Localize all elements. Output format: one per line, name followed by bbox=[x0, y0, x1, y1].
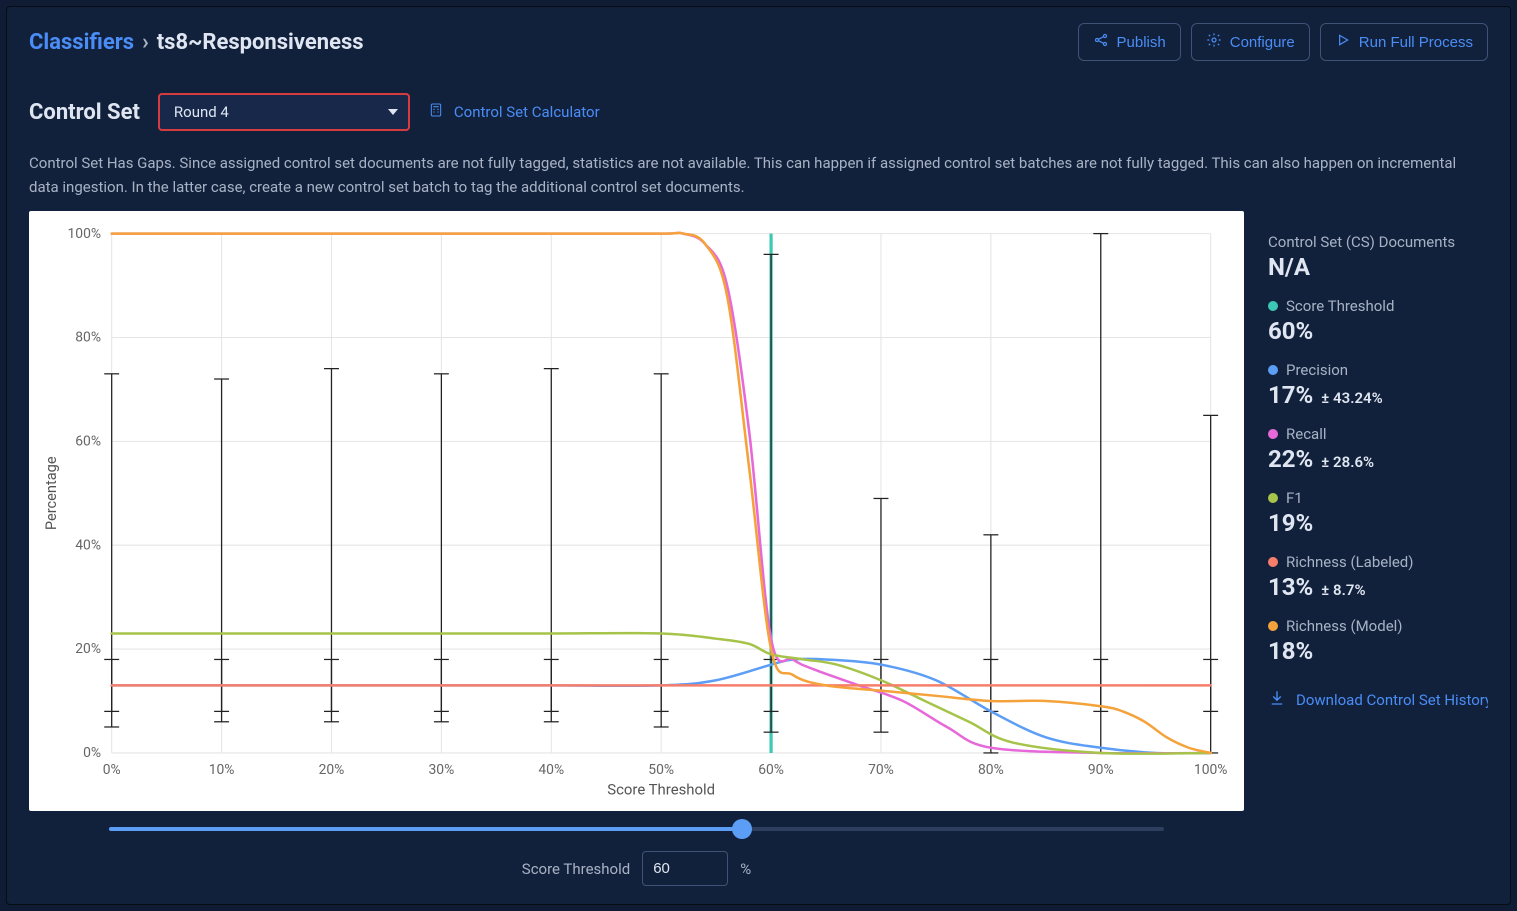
chevron-down-icon bbox=[388, 109, 398, 115]
precision-value: 17%± 43.24% bbox=[1268, 381, 1488, 409]
precision-label: Precision bbox=[1268, 361, 1488, 379]
svg-text:0%: 0% bbox=[83, 745, 101, 761]
configure-label: Configure bbox=[1230, 34, 1295, 51]
run-full-process-button[interactable]: Run Full Process bbox=[1320, 23, 1488, 61]
metrics-side-panel: Control Set (CS) Documents N/A Score Thr… bbox=[1268, 211, 1488, 886]
share-icon bbox=[1093, 32, 1109, 52]
chart-area: 0% 10% 20% 30% 40% 50% 60% 70% 80% 90% 100% 0% 20% 40… bbox=[29, 211, 1244, 811]
svg-text:40%: 40% bbox=[75, 538, 101, 554]
round-select[interactable]: Round 4 bbox=[158, 93, 410, 131]
svg-text:20%: 20% bbox=[319, 762, 345, 778]
breadcrumb: Classifiers › ts8~Responsiveness bbox=[29, 30, 364, 55]
svg-text:Score Threshold: Score Threshold bbox=[607, 781, 715, 799]
chevron-right-icon: › bbox=[142, 30, 149, 55]
breadcrumb-root[interactable]: Classifiers bbox=[29, 30, 134, 55]
f1-label: F1 bbox=[1268, 489, 1488, 507]
dot-icon bbox=[1268, 493, 1278, 503]
control-set-heading: Control Set bbox=[29, 100, 140, 125]
run-label: Run Full Process bbox=[1359, 34, 1473, 51]
publish-label: Publish bbox=[1117, 34, 1166, 51]
richness-model-value: 18% bbox=[1268, 637, 1488, 665]
gear-icon bbox=[1206, 32, 1222, 52]
publish-button[interactable]: Publish bbox=[1078, 23, 1181, 61]
dot-icon bbox=[1268, 301, 1278, 311]
dot-icon bbox=[1268, 365, 1278, 375]
metrics-chart: 0% 10% 20% 30% 40% 50% 60% 70% 80% 90% 100% 0% 20% 40… bbox=[37, 219, 1232, 803]
download-icon bbox=[1268, 689, 1286, 711]
f1-value: 19% bbox=[1268, 509, 1488, 537]
svg-text:Percentage: Percentage bbox=[42, 456, 60, 530]
round-select-value: Round 4 bbox=[174, 103, 229, 121]
svg-text:60%: 60% bbox=[75, 434, 101, 450]
svg-text:100%: 100% bbox=[68, 226, 102, 242]
threshold-slider[interactable] bbox=[109, 819, 1164, 839]
richness-labeled-value: 13%± 8.7% bbox=[1268, 573, 1488, 601]
svg-text:20%: 20% bbox=[75, 641, 101, 657]
svg-text:80%: 80% bbox=[75, 330, 101, 346]
svg-text:80%: 80% bbox=[978, 762, 1004, 778]
richness-labeled-label: Richness (Labeled) bbox=[1268, 553, 1488, 571]
dot-icon bbox=[1268, 557, 1278, 567]
calculator-label: Control Set Calculator bbox=[454, 103, 600, 121]
configure-button[interactable]: Configure bbox=[1191, 23, 1310, 61]
dot-icon bbox=[1268, 429, 1278, 439]
calculator-icon bbox=[428, 101, 444, 123]
control-set-calculator-link[interactable]: Control Set Calculator bbox=[428, 101, 600, 123]
breadcrumb-current: ts8~Responsiveness bbox=[157, 30, 364, 55]
svg-text:10%: 10% bbox=[209, 762, 235, 778]
svg-text:40%: 40% bbox=[538, 762, 564, 778]
svg-text:30%: 30% bbox=[429, 762, 455, 778]
threshold-input[interactable] bbox=[642, 851, 728, 886]
dot-icon bbox=[1268, 621, 1278, 631]
play-icon bbox=[1335, 32, 1351, 52]
threshold-unit: % bbox=[740, 860, 751, 878]
svg-text:90%: 90% bbox=[1088, 762, 1114, 778]
richness-model-label: Richness (Model) bbox=[1268, 617, 1488, 635]
download-label: Download Control Set History bbox=[1296, 691, 1488, 709]
svg-text:50%: 50% bbox=[648, 762, 674, 778]
cs-docs-value: N/A bbox=[1268, 253, 1488, 281]
download-history-link[interactable]: Download Control Set History bbox=[1268, 689, 1488, 711]
recall-label: Recall bbox=[1268, 425, 1488, 443]
cs-docs-label: Control Set (CS) Documents bbox=[1268, 233, 1488, 251]
score-threshold-value: 60% bbox=[1268, 317, 1488, 345]
svg-text:0%: 0% bbox=[103, 762, 121, 778]
threshold-label: Score Threshold bbox=[522, 860, 630, 878]
recall-value: 22%± 28.6% bbox=[1268, 445, 1488, 473]
score-threshold-label: Score Threshold bbox=[1268, 297, 1488, 315]
svg-text:100%: 100% bbox=[1194, 762, 1228, 778]
svg-text:70%: 70% bbox=[868, 762, 894, 778]
svg-text:60%: 60% bbox=[758, 762, 784, 778]
warning-text: Control Set Has Gaps. Since assigned con… bbox=[29, 151, 1488, 199]
